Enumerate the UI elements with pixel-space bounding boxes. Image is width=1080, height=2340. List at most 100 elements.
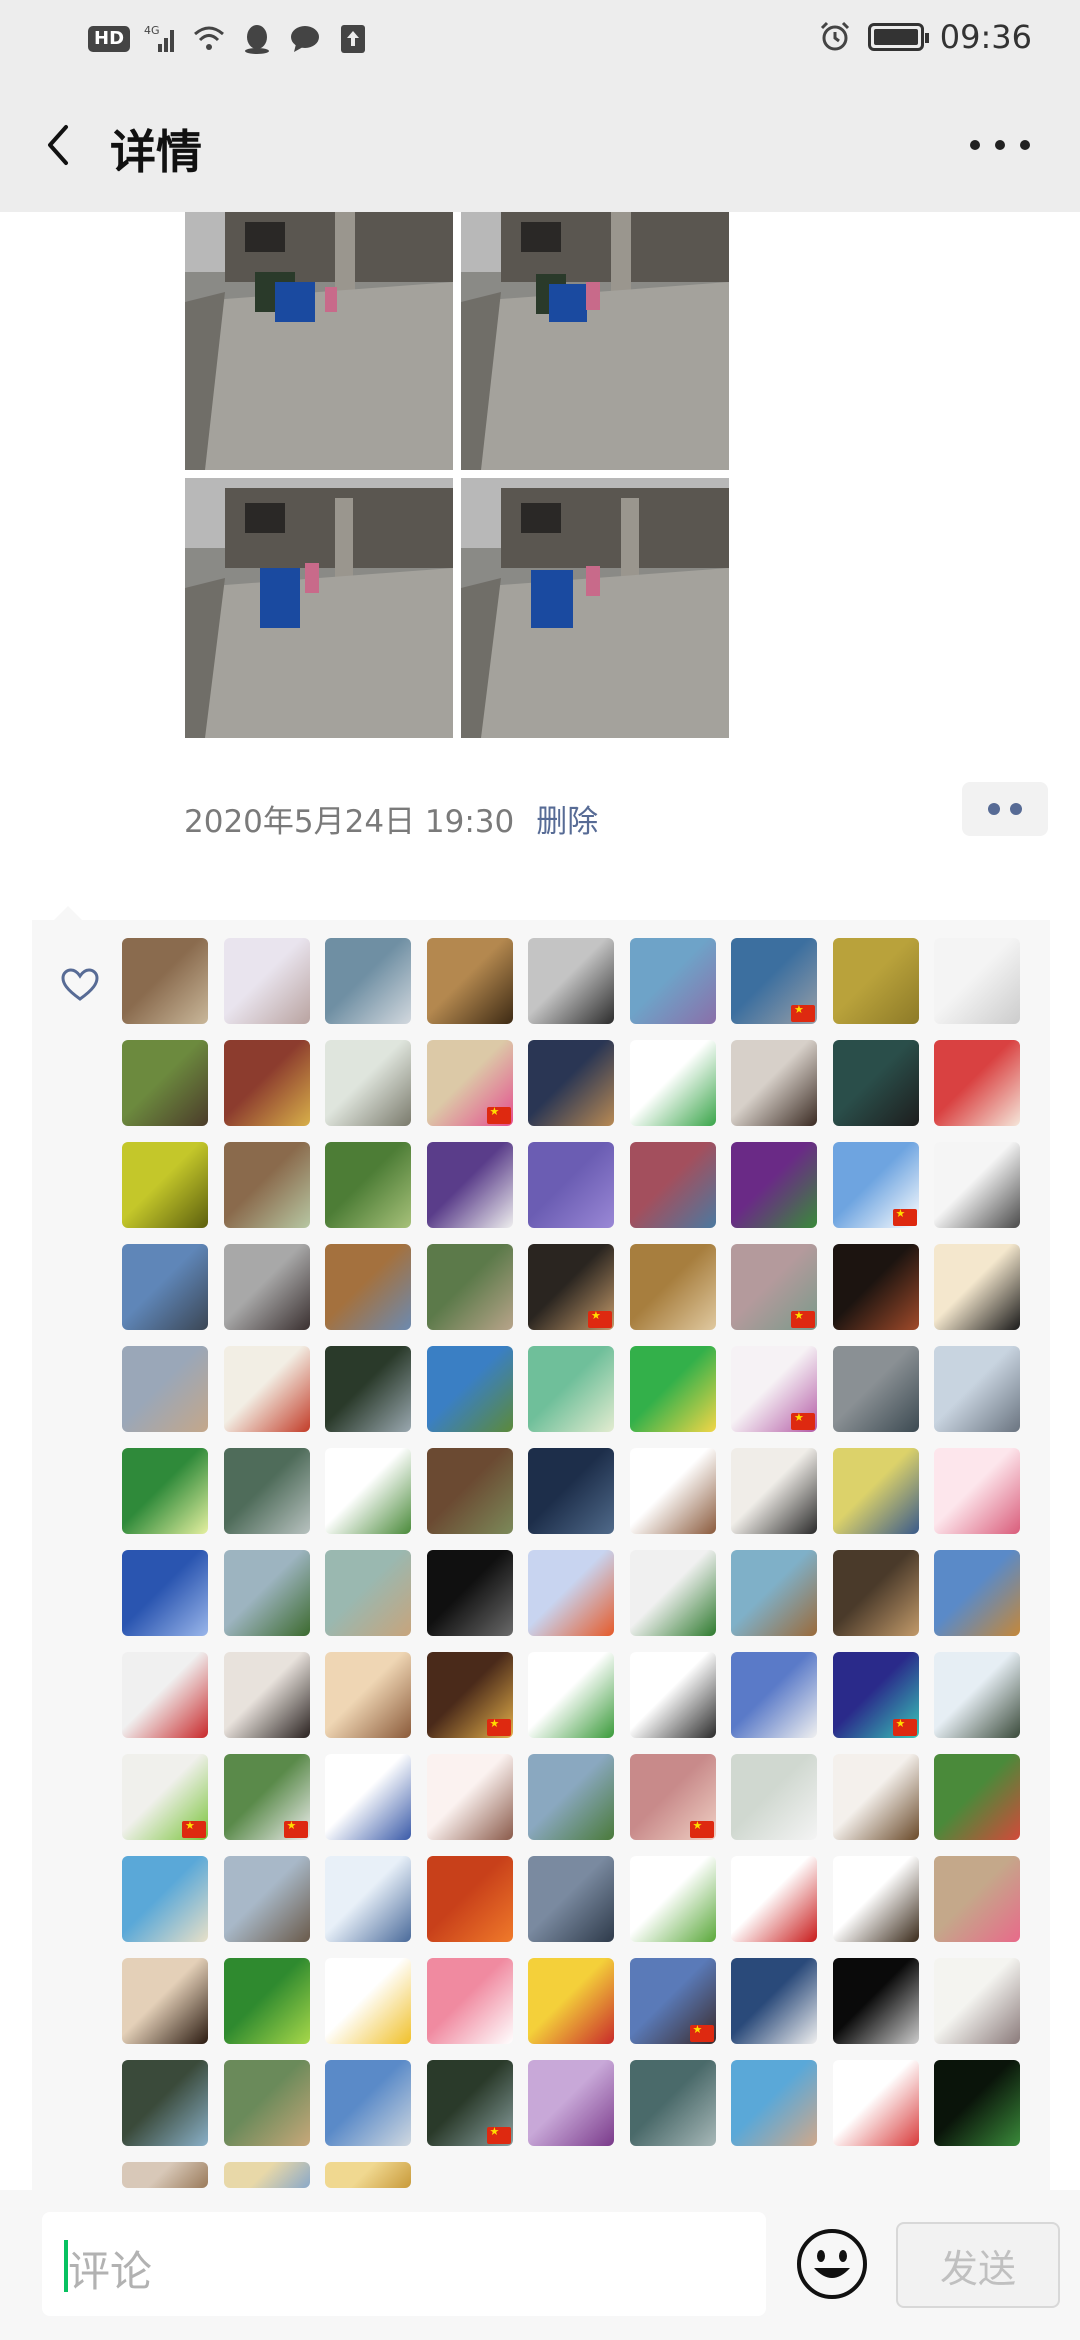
- liker-avatar[interactable]: [731, 1346, 817, 1432]
- liker-avatar[interactable]: [122, 1856, 208, 1942]
- liker-avatar[interactable]: [223, 1958, 310, 2044]
- liker-avatar[interactable]: [629, 1346, 716, 1432]
- liker-avatar[interactable]: [426, 1652, 513, 1738]
- liker-avatar[interactable]: [426, 1958, 513, 2044]
- liker-avatar[interactable]: [325, 2060, 411, 2146]
- liker-avatar[interactable]: [731, 938, 817, 1024]
- liker-avatar[interactable]: [426, 1142, 513, 1228]
- liker-avatar[interactable]: [122, 1754, 208, 1840]
- liker-avatar[interactable]: [528, 1346, 614, 1432]
- comment-action-button[interactable]: [962, 782, 1048, 836]
- liker-avatar[interactable]: [934, 1856, 1020, 1942]
- liker-avatar[interactable]: [122, 1244, 208, 1330]
- liker-avatar[interactable]: [832, 2060, 919, 2146]
- emoji-icon[interactable]: [794, 2226, 870, 2302]
- liker-avatar[interactable]: [122, 1550, 208, 1636]
- liker-avatar[interactable]: [325, 1142, 411, 1228]
- liker-avatar[interactable]: [223, 1652, 310, 1738]
- liker-avatar[interactable]: [528, 1958, 614, 2044]
- liker-avatar[interactable]: [629, 1448, 716, 1534]
- liker-avatar[interactable]: [528, 1652, 614, 1738]
- liker-avatar[interactable]: [528, 1244, 614, 1330]
- liker-avatar[interactable]: [122, 2060, 208, 2146]
- liker-avatar[interactable]: [832, 1244, 919, 1330]
- liker-avatar[interactable]: [528, 1448, 614, 1534]
- liker-avatar[interactable]: [832, 938, 919, 1024]
- liker-avatar[interactable]: [325, 1652, 411, 1738]
- liker-avatar[interactable]: [325, 2162, 411, 2188]
- more-icon[interactable]: [970, 120, 1030, 170]
- liker-avatar[interactable]: [934, 938, 1020, 1024]
- liker-avatar[interactable]: [629, 1142, 716, 1228]
- liker-avatar[interactable]: [223, 1550, 310, 1636]
- liker-avatar[interactable]: [122, 1448, 208, 1534]
- liker-avatar[interactable]: [629, 2060, 716, 2146]
- liker-avatar[interactable]: [223, 1142, 310, 1228]
- liker-avatar[interactable]: [426, 1346, 513, 1432]
- liker-avatar[interactable]: [934, 1958, 1020, 2044]
- liker-avatar[interactable]: [528, 1550, 614, 1636]
- liker-avatar[interactable]: [731, 1754, 817, 1840]
- liker-avatar[interactable]: [325, 938, 411, 1024]
- liker-avatar[interactable]: [934, 1040, 1020, 1126]
- liker-avatar[interactable]: [934, 1652, 1020, 1738]
- liker-avatar[interactable]: [629, 1958, 716, 2044]
- chevron-left-icon[interactable]: [30, 115, 90, 175]
- liker-avatar[interactable]: [528, 1754, 614, 1840]
- liker-avatar[interactable]: [629, 1550, 716, 1636]
- liker-avatar[interactable]: [934, 2060, 1020, 2146]
- liker-avatar[interactable]: [832, 1448, 919, 1534]
- liker-avatar[interactable]: [528, 1040, 614, 1126]
- liker-avatar[interactable]: [325, 1958, 411, 2044]
- liker-avatar[interactable]: [528, 1142, 614, 1228]
- liker-avatar[interactable]: [934, 1244, 1020, 1330]
- liker-avatar[interactable]: [223, 2060, 310, 2146]
- liker-avatar[interactable]: [832, 1142, 919, 1228]
- liker-avatar[interactable]: [223, 938, 310, 1024]
- delete-link[interactable]: 删除: [536, 804, 598, 840]
- liker-avatar[interactable]: [629, 938, 716, 1024]
- liker-avatar[interactable]: [629, 1652, 716, 1738]
- liker-avatar[interactable]: [832, 1652, 919, 1738]
- liker-avatar[interactable]: [325, 1040, 411, 1126]
- post-photo-1[interactable]: [185, 212, 453, 470]
- liker-avatar[interactable]: [223, 1448, 310, 1534]
- post-photo-4[interactable]: [461, 478, 729, 738]
- post-photo-2[interactable]: [461, 212, 729, 470]
- liker-avatar[interactable]: [426, 1754, 513, 1840]
- comment-input[interactable]: 评论: [42, 2212, 766, 2316]
- liker-avatar[interactable]: [426, 2060, 513, 2146]
- liker-avatar[interactable]: [528, 1856, 614, 1942]
- liker-avatar[interactable]: [629, 1856, 716, 1942]
- liker-avatar[interactable]: [731, 2060, 817, 2146]
- liker-avatar[interactable]: [122, 2162, 208, 2188]
- liker-avatar[interactable]: [426, 938, 513, 1024]
- liker-avatar[interactable]: [223, 1856, 310, 1942]
- liker-avatar[interactable]: [528, 2060, 614, 2146]
- liker-avatar[interactable]: [325, 1550, 411, 1636]
- send-button[interactable]: 发送: [896, 2222, 1060, 2308]
- liker-avatar[interactable]: [122, 938, 208, 1024]
- liker-avatar[interactable]: [731, 1448, 817, 1534]
- liker-avatar[interactable]: [832, 1856, 919, 1942]
- liker-avatar[interactable]: [426, 1244, 513, 1330]
- post-photo-3[interactable]: [185, 478, 453, 738]
- liker-avatar[interactable]: [731, 1958, 817, 2044]
- liker-avatar[interactable]: [731, 1244, 817, 1330]
- liker-avatar[interactable]: [325, 1244, 411, 1330]
- liker-avatar[interactable]: [832, 1040, 919, 1126]
- liker-avatar[interactable]: [629, 1754, 716, 1840]
- liker-avatar[interactable]: [223, 1754, 310, 1840]
- liker-avatar[interactable]: [223, 2162, 310, 2188]
- liker-avatar[interactable]: [731, 1856, 817, 1942]
- liker-avatar[interactable]: [832, 1754, 919, 1840]
- liker-avatar[interactable]: [122, 1346, 208, 1432]
- liker-avatar[interactable]: [934, 1346, 1020, 1432]
- liker-avatar[interactable]: [934, 1754, 1020, 1840]
- liker-avatar[interactable]: [426, 1040, 513, 1126]
- liker-avatar[interactable]: [223, 1040, 310, 1126]
- liker-avatar[interactable]: [325, 1448, 411, 1534]
- liker-avatar[interactable]: [122, 1652, 208, 1738]
- liker-avatar[interactable]: [325, 1856, 411, 1942]
- liker-avatar[interactable]: [325, 1346, 411, 1432]
